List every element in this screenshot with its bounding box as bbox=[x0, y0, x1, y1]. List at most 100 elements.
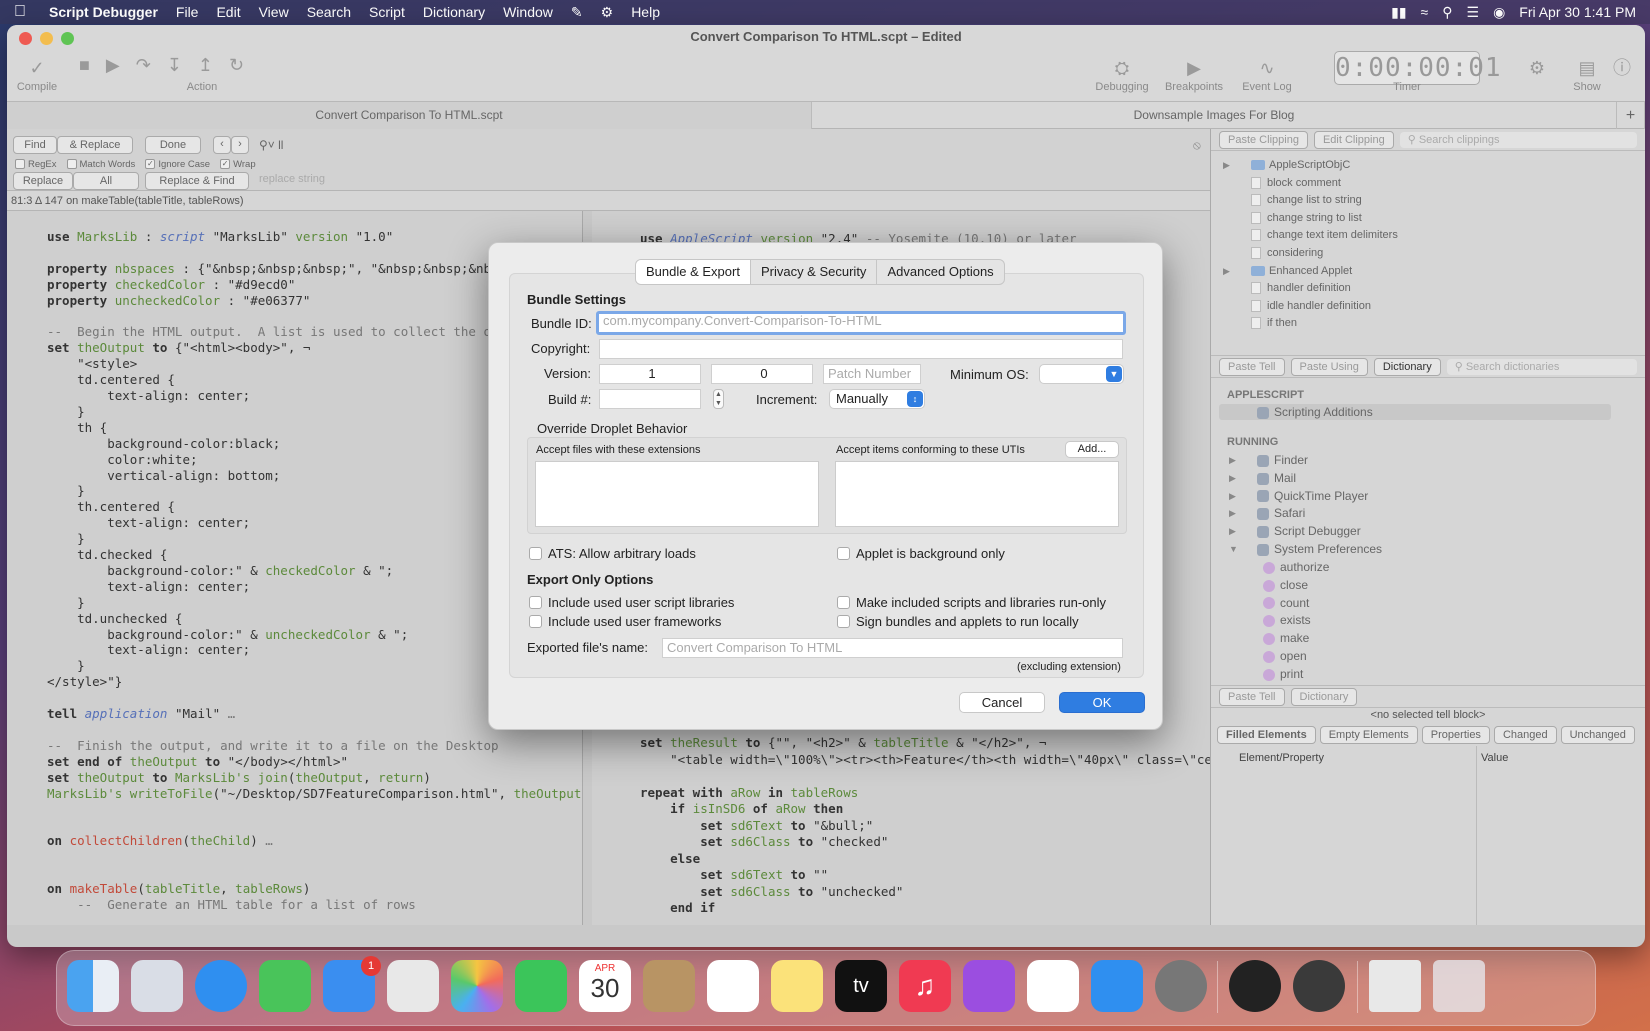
tab-filled-elements[interactable]: Filled Elements bbox=[1217, 726, 1316, 744]
dictionary-search-input[interactable]: ⚲ Search dictionaries bbox=[1446, 358, 1637, 375]
value-column[interactable]: Value bbox=[1481, 752, 1508, 764]
quicktime-icon[interactable] bbox=[1293, 960, 1345, 1012]
tab-properties[interactable]: Properties bbox=[1421, 726, 1490, 744]
tab-changed[interactable]: Changed bbox=[1493, 726, 1557, 744]
code-line[interactable]: property checkedColor : "#d9ecd0" bbox=[47, 277, 295, 292]
copyright-field[interactable] bbox=[599, 339, 1123, 359]
clipping-item[interactable]: idle handler definition bbox=[1251, 300, 1371, 312]
running-app-item[interactable]: ▶ Finder bbox=[1229, 453, 1308, 467]
replace-all-button[interactable]: All bbox=[73, 172, 139, 190]
code-line[interactable]: on makeTable(tableTitle, tableRows) bbox=[47, 881, 310, 896]
build-stepper[interactable]: ▲ ▼ bbox=[713, 389, 724, 409]
facetime-icon[interactable] bbox=[515, 960, 567, 1012]
step-out-icon[interactable]: ↥ bbox=[198, 55, 213, 76]
menu-app[interactable]: Script Debugger bbox=[40, 4, 167, 20]
version-minor-field[interactable]: 0 bbox=[711, 364, 813, 384]
finder-icon[interactable] bbox=[67, 960, 119, 1012]
utis-list[interactable] bbox=[835, 461, 1119, 527]
code-line[interactable]: set theOutput to MarksLib's join(theOutp… bbox=[47, 770, 431, 785]
patch-number-field[interactable]: Patch Number bbox=[823, 364, 921, 384]
launchpad-icon[interactable] bbox=[131, 960, 183, 1012]
menu-window[interactable]: Window bbox=[494, 4, 562, 20]
code-line[interactable]: text-align: center; bbox=[47, 642, 250, 657]
code-line[interactable]: end if bbox=[640, 900, 715, 915]
disclosure-icon[interactable]: ▶ bbox=[1229, 508, 1236, 519]
running-app-item[interactable]: ▶ Mail bbox=[1229, 471, 1296, 485]
code-line[interactable]: td.unchecked { bbox=[47, 611, 182, 626]
previous-match-icon[interactable]: ‹ bbox=[213, 136, 231, 154]
element-property-column[interactable]: Element/Property bbox=[1239, 752, 1324, 764]
disclosure-icon[interactable]: ▶ bbox=[1223, 266, 1230, 277]
code-line[interactable]: set sd6Text to "" bbox=[640, 867, 828, 882]
breakpoints-button[interactable]: ▶ Breakpoints bbox=[1159, 55, 1229, 93]
tab-convert-comparison[interactable]: Convert Comparison To HTML.scpt bbox=[7, 102, 812, 129]
step-into-icon[interactable]: ↧ bbox=[167, 55, 182, 76]
clipping-item[interactable]: change text item delimiters bbox=[1251, 229, 1398, 242]
dictionary-command-item[interactable]: close bbox=[1263, 578, 1308, 592]
run-only-checkbox[interactable]: Make included scripts and libraries run-… bbox=[837, 595, 1106, 610]
done-button[interactable]: Done bbox=[145, 136, 201, 154]
extensions-list[interactable] bbox=[535, 461, 819, 527]
clear-search-icon[interactable]: ⦸ bbox=[1193, 138, 1201, 153]
build-number-field[interactable] bbox=[599, 389, 701, 409]
dictionary-command-item[interactable]: exists bbox=[1263, 613, 1311, 627]
code-line[interactable]: else bbox=[640, 851, 700, 866]
automator-menu-icon[interactable]: ⚙ bbox=[592, 4, 623, 21]
disclosure-icon[interactable]: ▶ bbox=[1229, 455, 1236, 466]
control-center-icon[interactable]: ☰ bbox=[1467, 4, 1480, 21]
replace-toggle-button[interactable]: & Replace bbox=[57, 136, 133, 154]
code-line[interactable]: th { bbox=[47, 420, 107, 435]
paste-clipping-button[interactable]: Paste Clipping bbox=[1219, 130, 1308, 149]
trash-icon[interactable] bbox=[1433, 960, 1485, 1012]
run-icon[interactable]: ▶ bbox=[106, 55, 120, 76]
code-line[interactable]: vertical-align: bottom; bbox=[47, 468, 280, 483]
news-icon[interactable] bbox=[1027, 960, 1079, 1012]
running-app-item[interactable]: ▶ Script Debugger bbox=[1229, 524, 1361, 538]
code-line[interactable]: property uncheckedColor : "#e06377" bbox=[47, 293, 310, 308]
contacts-icon[interactable] bbox=[643, 960, 695, 1012]
script-menu-icon[interactable]: ✎ bbox=[562, 4, 592, 21]
disclosure-icon[interactable]: ▶ bbox=[1229, 526, 1236, 537]
code-line[interactable]: </style>"} bbox=[47, 674, 122, 689]
disclosure-icon[interactable]: ▶ bbox=[1223, 160, 1230, 171]
appletv-icon[interactable]: tv bbox=[835, 960, 887, 1012]
code-line[interactable]: "<style> bbox=[47, 356, 137, 371]
running-app-item[interactable]: ▶ QuickTime Player bbox=[1229, 489, 1368, 503]
disclosure-icon[interactable]: ▼ bbox=[1229, 544, 1238, 554]
wifi-icon[interactable]: ≈ bbox=[1421, 4, 1429, 20]
script-debugger-icon[interactable] bbox=[1229, 960, 1281, 1012]
code-line[interactable]: } bbox=[47, 658, 85, 673]
code-line[interactable]: } bbox=[47, 531, 85, 546]
code-line[interactable]: set sd6Text to "&bull;" bbox=[640, 818, 873, 833]
edit-clipping-button[interactable]: Edit Clipping bbox=[1313, 130, 1394, 149]
ats-checkbox[interactable]: ATS: Allow arbitrary loads bbox=[529, 546, 696, 561]
menu-script[interactable]: Script bbox=[360, 4, 414, 20]
calendar-icon[interactable]: APR 30 bbox=[579, 960, 631, 1012]
compile-button[interactable]: ✓ Compile bbox=[13, 55, 61, 93]
tab-downsample-images[interactable]: Downsample Images For Blog bbox=[812, 102, 1617, 129]
running-app-item[interactable]: ▼ System Preferences bbox=[1229, 542, 1382, 556]
code-line[interactable]: -- Finish the output, and write it to a … bbox=[47, 738, 499, 753]
clipping-item[interactable]: considering bbox=[1251, 247, 1323, 260]
show-button[interactable]: ▤ Show bbox=[1567, 55, 1607, 93]
event-log-button[interactable]: ∿ Event Log bbox=[1232, 55, 1302, 93]
clippings-search-input[interactable]: ⚲ Search clippings bbox=[1399, 131, 1637, 148]
code-line[interactable]: tell application "Mail" … bbox=[47, 706, 235, 721]
paste-using-button[interactable]: Paste Using bbox=[1290, 357, 1368, 376]
code-line[interactable]: text-align: center; bbox=[47, 388, 250, 403]
match-words-checkbox[interactable]: Match Words bbox=[66, 159, 135, 170]
replace-input[interactable]: replace string bbox=[259, 173, 1209, 189]
menu-file[interactable]: File bbox=[167, 4, 208, 20]
app-store-icon[interactable] bbox=[1091, 960, 1143, 1012]
tab-unchanged[interactable]: Unchanged bbox=[1560, 726, 1635, 744]
code-line[interactable]: } bbox=[47, 595, 85, 610]
photos-icon[interactable] bbox=[451, 960, 503, 1012]
reset-icon[interactable]: ↻ bbox=[229, 55, 244, 76]
messages-icon[interactable] bbox=[259, 960, 311, 1012]
clipping-item[interactable]: handler definition bbox=[1251, 282, 1351, 295]
stop-icon[interactable]: ■ bbox=[79, 55, 90, 76]
handler-status-bar[interactable]: 81:3 Δ 147 on makeTable(tableTitle, tabl… bbox=[7, 191, 1210, 211]
maps-icon[interactable] bbox=[387, 960, 439, 1012]
code-line[interactable]: set theOutput to {"<html><body>", ¬ bbox=[47, 340, 310, 355]
dictionary-command-item[interactable]: make bbox=[1263, 631, 1309, 645]
